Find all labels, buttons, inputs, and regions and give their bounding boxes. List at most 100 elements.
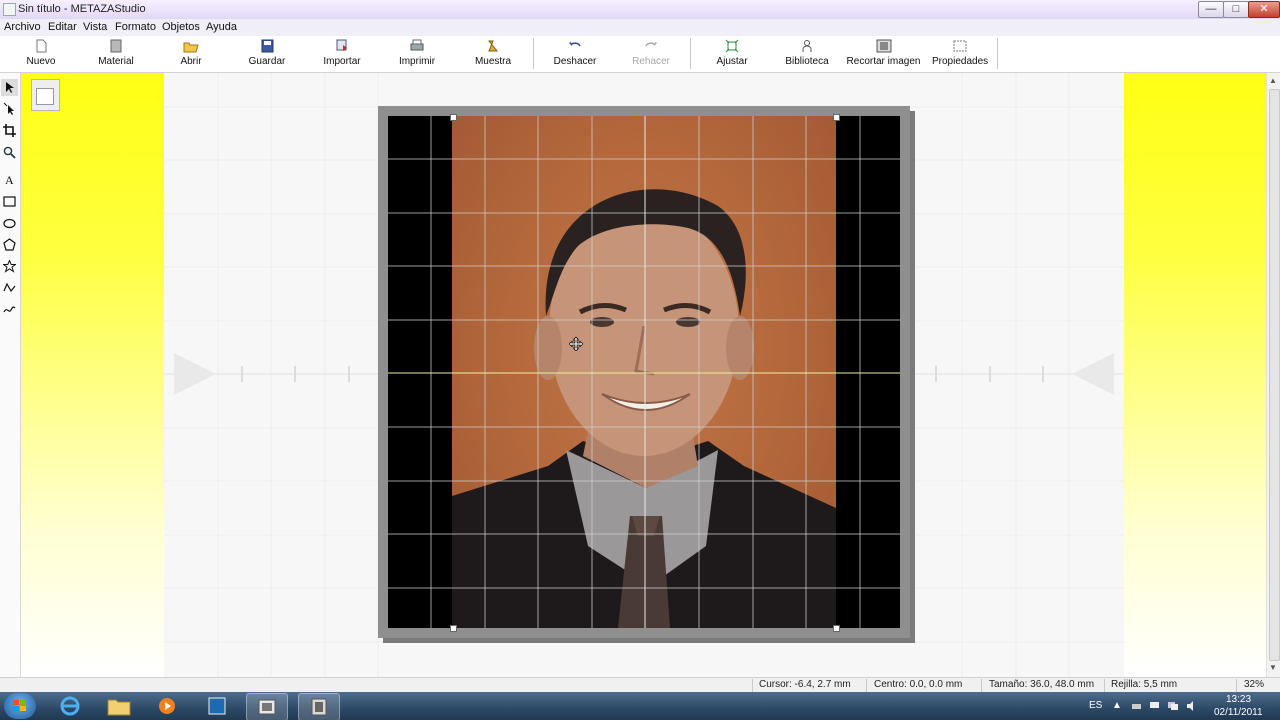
- importar-label: Importar: [323, 56, 361, 67]
- page-thumbnail[interactable]: [31, 79, 60, 111]
- polygon-icon[interactable]: [1, 236, 18, 253]
- vertical-scrollbar[interactable]: ▲ ▼: [1266, 73, 1280, 677]
- selection-handle-tl[interactable]: [450, 114, 457, 121]
- taskbar-app-1[interactable]: [197, 693, 237, 719]
- status-separator: [752, 679, 753, 692]
- scroll-thumb[interactable]: [1269, 89, 1280, 661]
- menu-objetos[interactable]: Objetos: [162, 21, 200, 33]
- ajustar-button[interactable]: Ajustar: [707, 36, 757, 71]
- star-icon[interactable]: [1, 258, 18, 275]
- window-title: Sin título - METAZAStudio: [18, 3, 146, 15]
- clock-time[interactable]: 13:23: [1226, 694, 1251, 705]
- selection-handle-bl[interactable]: [450, 625, 457, 632]
- ellipse-icon[interactable]: [1, 215, 18, 232]
- rehacer-label: Rehacer: [632, 56, 670, 67]
- abrir-button[interactable]: Abrir: [166, 36, 216, 71]
- status-separator: [1236, 679, 1237, 692]
- scroll-down-icon[interactable]: ▼: [1269, 663, 1277, 672]
- deshacer-label: Deshacer: [553, 56, 597, 67]
- taskbar-explorer[interactable]: [99, 693, 139, 719]
- biblioteca-label: Biblioteca: [785, 56, 829, 67]
- status-separator: [981, 679, 982, 692]
- fit-icon: [725, 39, 739, 53]
- muestra-button[interactable]: Muestra: [468, 36, 518, 71]
- app-icon: [3, 3, 16, 16]
- rehacer-button[interactable]: Rehacer: [626, 36, 676, 71]
- menu-archivo[interactable]: Archivo: [4, 21, 41, 33]
- status-separator: [1104, 679, 1105, 692]
- workspace-margin-left: [21, 73, 164, 677]
- status-size: Tamaño: 36.0, 48.0 mm: [989, 679, 1095, 690]
- internet-explorer-icon: [60, 696, 80, 716]
- taskbar-media-player[interactable]: [147, 693, 187, 719]
- language-indicator[interactable]: ES: [1089, 700, 1102, 711]
- save-icon: [261, 39, 274, 53]
- clock-date[interactable]: 02/11/2011: [1214, 707, 1263, 718]
- material-button[interactable]: Material: [91, 36, 141, 71]
- workspace-margin-right: [1124, 73, 1266, 677]
- undo-icon: [569, 42, 581, 47]
- selection-handle-tr[interactable]: [833, 114, 840, 121]
- open-folder-icon: [183, 42, 199, 53]
- library-icon: [802, 40, 812, 52]
- guardar-label: Guardar: [248, 56, 286, 67]
- material-label: Material: [98, 56, 134, 67]
- toolbar-separator: [997, 38, 998, 69]
- network-icon[interactable]: [1168, 701, 1179, 711]
- menu-formato[interactable]: Formato: [115, 21, 156, 33]
- imprimir-button[interactable]: Imprimir: [392, 36, 442, 71]
- muestra-label: Muestra: [474, 56, 512, 67]
- biblioteca-button[interactable]: Biblioteca: [782, 36, 832, 71]
- ajustar-label: Ajustar: [716, 56, 748, 67]
- menu-ayuda[interactable]: Ayuda: [206, 21, 237, 33]
- menu-vista[interactable]: Vista: [83, 21, 107, 33]
- close-button[interactable]: ✕: [1248, 1, 1280, 18]
- propiedades-button[interactable]: Propiedades: [932, 36, 988, 71]
- select-arrow-icon[interactable]: [1, 79, 18, 96]
- windows-logo-icon: [13, 700, 26, 711]
- minimize-button[interactable]: —: [1198, 1, 1224, 18]
- node-edit-icon[interactable]: [1, 100, 18, 117]
- media-player-icon: [159, 698, 175, 714]
- guardar-button[interactable]: Guardar: [242, 36, 292, 71]
- volume-icon[interactable]: [1186, 701, 1197, 711]
- abrir-label: Abrir: [180, 56, 202, 67]
- scroll-up-icon[interactable]: ▲: [1269, 76, 1277, 85]
- new-document-icon: [36, 39, 47, 53]
- recortar-imagen-button[interactable]: Recortar imagen: [846, 36, 921, 71]
- crop-image-icon: [876, 39, 891, 53]
- metazastudio-icon: [258, 699, 276, 715]
- crop-icon[interactable]: [1, 122, 18, 139]
- maximize-button[interactable]: □: [1223, 1, 1249, 18]
- sample-icon: [487, 40, 499, 52]
- svg-text:A: A: [5, 173, 14, 186]
- deshacer-button[interactable]: Deshacer: [550, 36, 600, 71]
- start-button[interactable]: [4, 693, 36, 719]
- design-app-icon: [311, 698, 327, 716]
- toolbar-separator: [533, 38, 534, 69]
- nuevo-button[interactable]: Nuevo: [16, 36, 66, 71]
- menu-editar[interactable]: Editar: [48, 21, 77, 33]
- text-icon[interactable]: A: [1, 171, 18, 188]
- usb-icon[interactable]: [1131, 701, 1142, 711]
- importar-button[interactable]: Importar: [317, 36, 367, 71]
- taskbar-app-3[interactable]: [298, 693, 340, 721]
- tool-palette: A: [0, 73, 21, 677]
- polyline-icon[interactable]: [1, 279, 18, 296]
- taskbar-internet-explorer[interactable]: [50, 693, 90, 719]
- selection-handle-br[interactable]: [833, 625, 840, 632]
- rectangle-icon[interactable]: [1, 193, 18, 210]
- redo-icon: [645, 42, 657, 47]
- action-center-icon[interactable]: [1149, 701, 1160, 711]
- zoom-icon[interactable]: [1, 144, 18, 161]
- menu-bar: Archivo Editar Vista Formato Objetos Ayu…: [0, 19, 1280, 36]
- windows-taskbar: ES ▲ 13:23 02/11/2011: [0, 692, 1280, 721]
- tray-expand-icon[interactable]: ▲: [1112, 700, 1122, 711]
- recortar-label: Recortar imagen: [846, 56, 921, 67]
- canvas-workspace[interactable]: [21, 73, 1266, 677]
- curve-icon[interactable]: [1, 301, 18, 318]
- title-bar: Sin título - METAZAStudio — □ ✕: [0, 0, 1280, 20]
- taskbar-app-2[interactable]: [246, 693, 288, 721]
- status-separator: [866, 679, 867, 692]
- portrait-photo[interactable]: [388, 116, 900, 628]
